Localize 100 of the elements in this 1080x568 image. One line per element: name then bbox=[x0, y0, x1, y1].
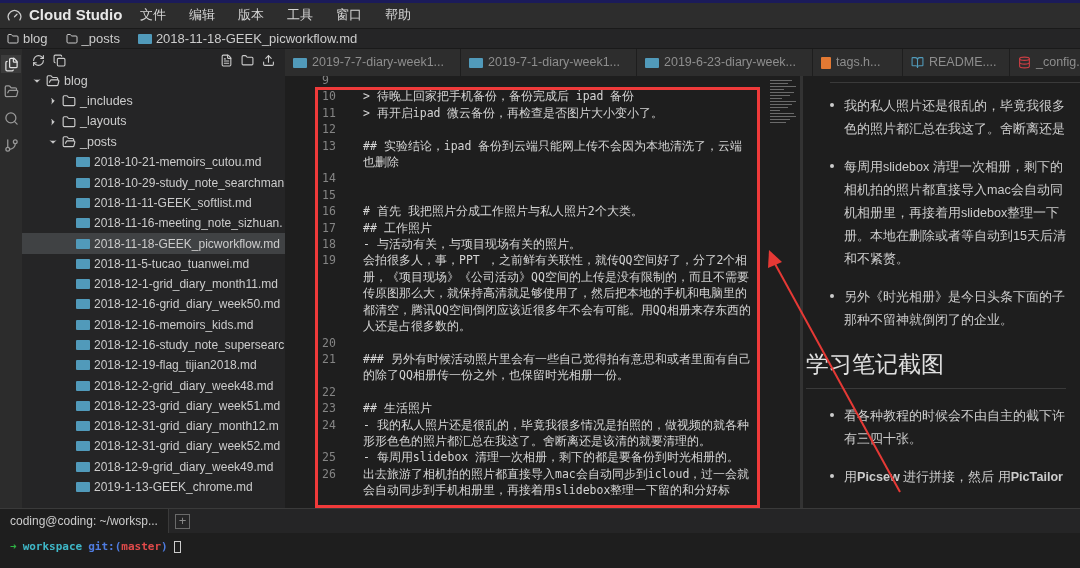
line-number: 26 bbox=[322, 465, 337, 483]
menu-item[interactable]: 版本 bbox=[238, 6, 265, 25]
terminal-tab[interactable]: coding@coding: ~/worksp... bbox=[0, 509, 169, 533]
menu-item[interactable]: 窗口 bbox=[336, 6, 363, 25]
code-line: ## 实验结论，ipad 备份到云端只能网上传不会因为本地清洗了，云端也删除 bbox=[363, 137, 744, 171]
folder-icon bbox=[46, 74, 60, 89]
file-tree-item[interactable]: 2018-12-16-grid_diary_week50.md bbox=[22, 294, 285, 315]
file-tree-item[interactable]: 2018-12-31-grid_diary_week52.md bbox=[22, 436, 285, 457]
code-line: ## 工作照片 bbox=[363, 219, 433, 237]
menu-item[interactable]: 帮助 bbox=[385, 6, 412, 25]
menu-item[interactable]: 编辑 bbox=[189, 6, 216, 25]
folder-tree-item[interactable]: _posts bbox=[22, 131, 285, 153]
file-tree-item[interactable]: 2018-12-16-study_note_supersearc bbox=[22, 334, 285, 356]
bullet-icon bbox=[830, 294, 834, 298]
caret-icon bbox=[48, 116, 58, 127]
new-file-icon[interactable] bbox=[220, 53, 233, 67]
line-number: 17 bbox=[322, 219, 337, 237]
code-line: ## 生活照片 bbox=[363, 400, 433, 417]
code-line: 出去旅游了相机拍的照片都直接导入mac会自动同步到icloud，过一会就会自动同步到手机相册里，再接着用slidebox整理一下留的和分好标 bbox=[363, 465, 751, 499]
collapse-icon[interactable] bbox=[53, 53, 66, 67]
preview-text-line: 每周用slidebox 清理一次相册，剩下的 bbox=[844, 159, 1064, 176]
line-number: 19 bbox=[322, 252, 337, 270]
line-number: 24 bbox=[322, 416, 337, 434]
file-tree-item[interactable]: 2018-12-31-grid_diary_month12.m bbox=[22, 416, 285, 437]
folder-icon bbox=[62, 114, 76, 129]
code-line: > 待晚上回家把手机备份，备份完成后 ipad 备份 bbox=[363, 88, 636, 105]
folder-icon bbox=[7, 32, 19, 45]
preview-text-line: 册。本地在删除或者等自动到15天后清 bbox=[844, 228, 1066, 245]
breadcrumb-item[interactable]: blog bbox=[7, 28, 48, 49]
line-number: 9 bbox=[322, 76, 330, 89]
preview-text-line: 有三四十张。 bbox=[844, 430, 923, 448]
line-number: 22 bbox=[322, 383, 337, 401]
breadcrumb-item[interactable]: _posts bbox=[65, 28, 120, 49]
bullet-icon bbox=[830, 473, 834, 478]
line-number: 11 bbox=[322, 104, 337, 122]
file-tree-item[interactable]: 2018-11-11-GEEK_softlist.md bbox=[22, 192, 285, 214]
menu-item[interactable]: 工具 bbox=[287, 6, 314, 25]
line-number: 14 bbox=[322, 170, 337, 187]
preview-text-line: 和不紧赘。 bbox=[844, 251, 910, 268]
file-tree-item[interactable]: 2018-12-1-grid_diary_month11.md bbox=[22, 273, 285, 295]
bullet-icon bbox=[830, 412, 834, 417]
book-icon bbox=[911, 56, 924, 69]
line-number: 25 bbox=[322, 449, 337, 466]
file-tree-item[interactable]: 2018-12-23-grid_diary_week51.md bbox=[22, 395, 285, 417]
file-tree-item[interactable]: 2018-11-18-GEEK_picworkflow.md bbox=[22, 233, 285, 254]
line-number: 20 bbox=[322, 334, 337, 351]
preview-text-line: 那种不留神就倒闭了的企业。 bbox=[844, 312, 1014, 329]
search-icon bbox=[3, 110, 19, 126]
add-terminal-button[interactable]: + bbox=[174, 513, 190, 529]
breadcrumb-item[interactable]: 2018-11-18-GEEK_picworkflow.md bbox=[137, 28, 358, 49]
activity-button[interactable] bbox=[1, 55, 21, 73]
upload-icon[interactable] bbox=[262, 53, 275, 67]
code-line: > 再开启ipad 微云备份，再检查是否图片大小变小了。 bbox=[363, 104, 665, 122]
folder-icon bbox=[3, 83, 19, 99]
code-line: - 与活动有关，与项目现场有关的照片。 bbox=[363, 236, 582, 253]
folder-icon bbox=[62, 135, 76, 150]
folder-tree-item[interactable]: _includes bbox=[22, 91, 285, 112]
line-number: 10 bbox=[322, 88, 337, 105]
preview-heading: 学习笔记截图 bbox=[806, 347, 1066, 389]
file-tree-item[interactable]: 2018-12-19-flag_tijian2018.md bbox=[22, 355, 285, 376]
code-line: ### 另外有时候活动照片里会有一些自己觉得拍有意思和或者里面有自己的除了QQ相册传一份之外，也保留时光相册一份。 bbox=[363, 350, 751, 384]
folder-icon bbox=[62, 94, 76, 109]
file-tree-item[interactable]: 2019-1-13-GEEK_chrome.md bbox=[22, 476, 285, 498]
bullet-icon bbox=[830, 164, 834, 168]
file-tree-item[interactable]: 2018-12-2-grid_diary_week48.md bbox=[22, 375, 285, 396]
line-number: 23 bbox=[322, 400, 337, 417]
preview-text-line: 另外《时光相册》是今日头条下面的子 bbox=[844, 289, 1065, 306]
code-line: - 每周用slidebox 清理一次相册，剩下的都是要备份到时光相册的。 bbox=[363, 449, 741, 466]
files-icon bbox=[3, 56, 19, 72]
new-folder-icon[interactable] bbox=[241, 53, 254, 67]
preview-text-line: 相机拍的照片都直接导入mac会自动同 bbox=[844, 182, 1064, 199]
bullet-icon bbox=[830, 103, 834, 107]
menu-item[interactable]: 文件 bbox=[140, 6, 167, 25]
file-tree-item[interactable]: 2018-12-9-grid_diary_week49.md bbox=[22, 456, 285, 477]
folder-icon bbox=[65, 32, 78, 45]
line-number: 15 bbox=[322, 186, 337, 204]
logo-icon bbox=[7, 8, 22, 23]
terminal-prompt: ➜ workspace git:(master) bbox=[0, 533, 1080, 556]
code-line: 会拍很多人，事，PPT ，之前鲜有关联性，就传QQ空间好了，分了2个相册，《项目现场》《公司活动》QQ空间的上传是没有限制的，而且不需要传原图那么大，就保持高清就足够使用了，然后把本地的手机和电脑里的都清空，腾讯QQ空间倒闭应该近很多年不会有可能。用QQ相册来存东西的人还是占很多数的。 bbox=[363, 252, 751, 335]
code-line: # 首先 我把照片分成工作照片与私人照片2个大类。 bbox=[363, 203, 644, 220]
preview-text-line: 我的私人照片还是很乱的，毕竟我很多 bbox=[844, 98, 1065, 115]
preview-text-line: 机相册里，再接着用slidebox整理一下 bbox=[844, 205, 1061, 222]
line-number: 16 bbox=[322, 203, 337, 220]
minimap-drawing bbox=[770, 80, 796, 123]
file-tree-item[interactable]: 2018-11-5-tucao_tuanwei.md bbox=[22, 253, 285, 274]
folder-tree-item[interactable]: _layouts bbox=[22, 111, 285, 132]
file-tree-item[interactable]: 2018-11-16-meeting_note_sizhuan. bbox=[22, 213, 285, 234]
line-number: 18 bbox=[322, 236, 337, 253]
line-number: 12 bbox=[322, 121, 337, 138]
folder-tree-item[interactable]: blog bbox=[22, 71, 285, 92]
preview-text-line: 色的照片都汇总在我这了。舍断离还是 bbox=[844, 121, 1065, 138]
file-tree-item[interactable]: 2018-12-16-memoirs_kids.md bbox=[22, 314, 285, 335]
refresh-icon[interactable] bbox=[32, 53, 45, 67]
file-tree-item[interactable]: 2018-10-21-memoirs_cutou.md bbox=[22, 152, 285, 173]
line-number: 21 bbox=[322, 350, 337, 368]
code-line: - 我的私人照片还是很乱的，毕竟我很多情况是拍照的，做视频的就各种形形色色的照片都汇总在我这了。舍断离还是该清的就要清理的。 bbox=[363, 416, 750, 450]
app-title: Cloud Studio bbox=[29, 5, 123, 26]
terminal-cursor bbox=[173, 541, 181, 554]
branch-icon bbox=[3, 137, 19, 153]
caret-icon bbox=[48, 96, 58, 107]
